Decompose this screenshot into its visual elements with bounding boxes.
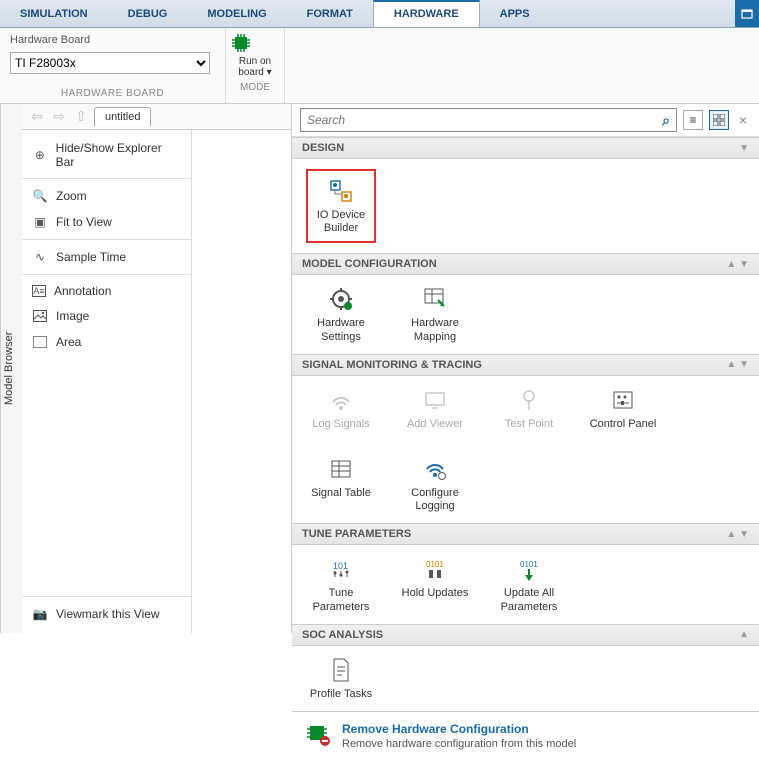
main-tabstrip: SIMULATION DEBUG MODELING FORMAT HARDWAR… xyxy=(0,0,759,28)
section-header-soc[interactable]: SOC ANALYSIS ▲ xyxy=(292,624,759,646)
mode-section-label: MODE xyxy=(230,82,280,93)
remove-desc: Remove hardware configuration from this … xyxy=(342,738,576,750)
nav-forward-icon[interactable]: ⇨ xyxy=(50,108,68,126)
menu-area[interactable]: Area xyxy=(22,329,191,355)
sample-time-icon: ∿ xyxy=(32,249,48,265)
pin-icon xyxy=(515,386,543,414)
list-view-button[interactable]: ≡ xyxy=(683,110,703,130)
zoom-icon: 🔍 xyxy=(32,188,48,204)
sliders-icon xyxy=(609,386,637,414)
document-icon xyxy=(327,656,355,684)
model-browser-tab[interactable]: Model Browser xyxy=(0,104,22,633)
menu-image[interactable]: Image xyxy=(22,303,191,329)
hardware-panel: ⌕ ≡ × DESIGN ▼ IO Device Builder MODEL C… xyxy=(292,104,759,633)
menu-sample-time[interactable]: ∿ Sample Time xyxy=(22,244,191,270)
remove-hardware-config[interactable]: Remove Hardware Configuration Remove har… xyxy=(292,711,759,760)
section-header-tune[interactable]: TUNE PARAMETERS ▲ ▼ xyxy=(292,523,759,545)
svg-text:0101: 0101 xyxy=(426,560,444,569)
chip-remove-icon xyxy=(306,722,330,746)
toolbar-row: Hardware Board TI F28003x HARDWARE BOARD… xyxy=(0,28,759,104)
chevron-down-icon: ▼ xyxy=(739,143,749,154)
tool-signal-table[interactable]: Signal Table xyxy=(306,455,376,513)
search-input[interactable] xyxy=(307,113,662,127)
tool-tune-parameters[interactable]: 101 Tune Parameters xyxy=(306,555,376,613)
hardware-board-section: Hardware Board TI F28003x HARDWARE BOARD xyxy=(0,28,225,103)
tool-hardware-mapping[interactable]: Hardware Mapping xyxy=(400,285,470,343)
wifi-gear-icon xyxy=(421,455,449,483)
remove-title: Remove Hardware Configuration xyxy=(342,722,576,736)
tab-apps[interactable]: APPS xyxy=(480,0,550,27)
mapping-icon xyxy=(421,285,449,313)
tool-profile-tasks[interactable]: Profile Tasks xyxy=(306,656,376,701)
wifi-icon xyxy=(327,386,355,414)
menu-annotation[interactable]: A≡ Annotation xyxy=(22,279,191,303)
fit-icon: ▣ xyxy=(32,214,48,230)
chevron-icons: ▲ ▼ xyxy=(726,259,749,270)
tool-add-viewer: Add Viewer xyxy=(400,386,470,431)
image-icon xyxy=(32,308,48,324)
section-header-model-config[interactable]: MODEL CONFIGURATION ▲ ▼ xyxy=(292,253,759,275)
tune-icon: 101 xyxy=(327,555,355,583)
tool-hold-updates[interactable]: 0101 Hold Updates xyxy=(400,555,470,613)
tab-modeling[interactable]: MODELING xyxy=(187,0,286,27)
gear-icon xyxy=(327,285,355,313)
tab-hardware[interactable]: HARDWARE xyxy=(373,0,480,27)
hardware-board-section-label: HARDWARE BOARD xyxy=(10,88,215,99)
nav-back-icon[interactable]: ⇦ xyxy=(28,108,46,126)
document-tab-untitled[interactable]: untitled xyxy=(94,107,151,126)
target-icon: ⊕ xyxy=(32,147,48,163)
search-icon[interactable]: ⌕ xyxy=(662,112,670,129)
search-box[interactable]: ⌕ xyxy=(300,108,677,132)
menu-viewmark[interactable]: 📷 Viewmark this View xyxy=(22,601,191,627)
explorer-menu: ⊕ Hide/Show Explorer Bar 🔍 Zoom ▣ Fit to… xyxy=(22,130,192,633)
chevron-up-icon: ▲ xyxy=(739,629,749,640)
camera-icon: 📷 xyxy=(32,606,48,622)
svg-text:0101: 0101 xyxy=(520,560,538,569)
model-canvas[interactable] xyxy=(192,130,291,633)
mode-section: Run on board ▾ MODE xyxy=(225,28,285,103)
tool-test-point: Test Point xyxy=(494,386,564,431)
tool-io-device-builder[interactable]: IO Device Builder xyxy=(306,169,376,243)
tool-update-all-parameters[interactable]: 0101 Update All Parameters xyxy=(494,555,564,613)
document-tabbar: ⇦ ⇨ ⇧ untitled xyxy=(22,104,291,130)
chip-icon[interactable] xyxy=(230,32,280,54)
nav-up-icon[interactable]: ⇧ xyxy=(72,108,90,126)
svg-text:101: 101 xyxy=(333,561,348,571)
expand-icon[interactable] xyxy=(735,0,759,27)
run-on-board-label[interactable]: Run on board ▾ xyxy=(230,56,280,78)
monitor-icon xyxy=(421,386,449,414)
chevron-icons: ▲ ▼ xyxy=(726,359,749,370)
menu-hide-show-explorer[interactable]: ⊕ Hide/Show Explorer Bar xyxy=(22,136,191,174)
section-header-signal[interactable]: SIGNAL MONITORING & TRACING ▲ ▼ xyxy=(292,354,759,376)
tool-control-panel[interactable]: Control Panel xyxy=(588,386,658,431)
table-icon xyxy=(327,455,355,483)
tab-debug[interactable]: DEBUG xyxy=(108,0,188,27)
tool-log-signals: Log Signals xyxy=(306,386,376,431)
section-header-design[interactable]: DESIGN ▼ xyxy=(292,137,759,159)
menu-fit-to-view[interactable]: ▣ Fit to View xyxy=(22,209,191,235)
tool-configure-logging[interactable]: Configure Logging xyxy=(400,455,470,513)
tab-simulation[interactable]: SIMULATION xyxy=(0,0,108,27)
tab-format[interactable]: FORMAT xyxy=(287,0,373,27)
annotation-icon: A≡ xyxy=(32,285,46,297)
area-icon xyxy=(32,334,48,350)
chevron-icons: ▲ ▼ xyxy=(726,529,749,540)
hold-icon: 0101 xyxy=(421,555,449,583)
hardware-board-label: Hardware Board xyxy=(10,34,215,46)
io-device-builder-icon xyxy=(327,177,355,205)
menu-zoom[interactable]: 🔍 Zoom xyxy=(22,183,191,209)
update-icon: 0101 xyxy=(515,555,543,583)
close-panel-button[interactable]: × xyxy=(735,112,751,128)
hardware-board-select[interactable]: TI F28003x xyxy=(10,52,210,74)
grid-view-button[interactable] xyxy=(709,110,729,130)
tool-hardware-settings[interactable]: Hardware Settings xyxy=(306,285,376,343)
